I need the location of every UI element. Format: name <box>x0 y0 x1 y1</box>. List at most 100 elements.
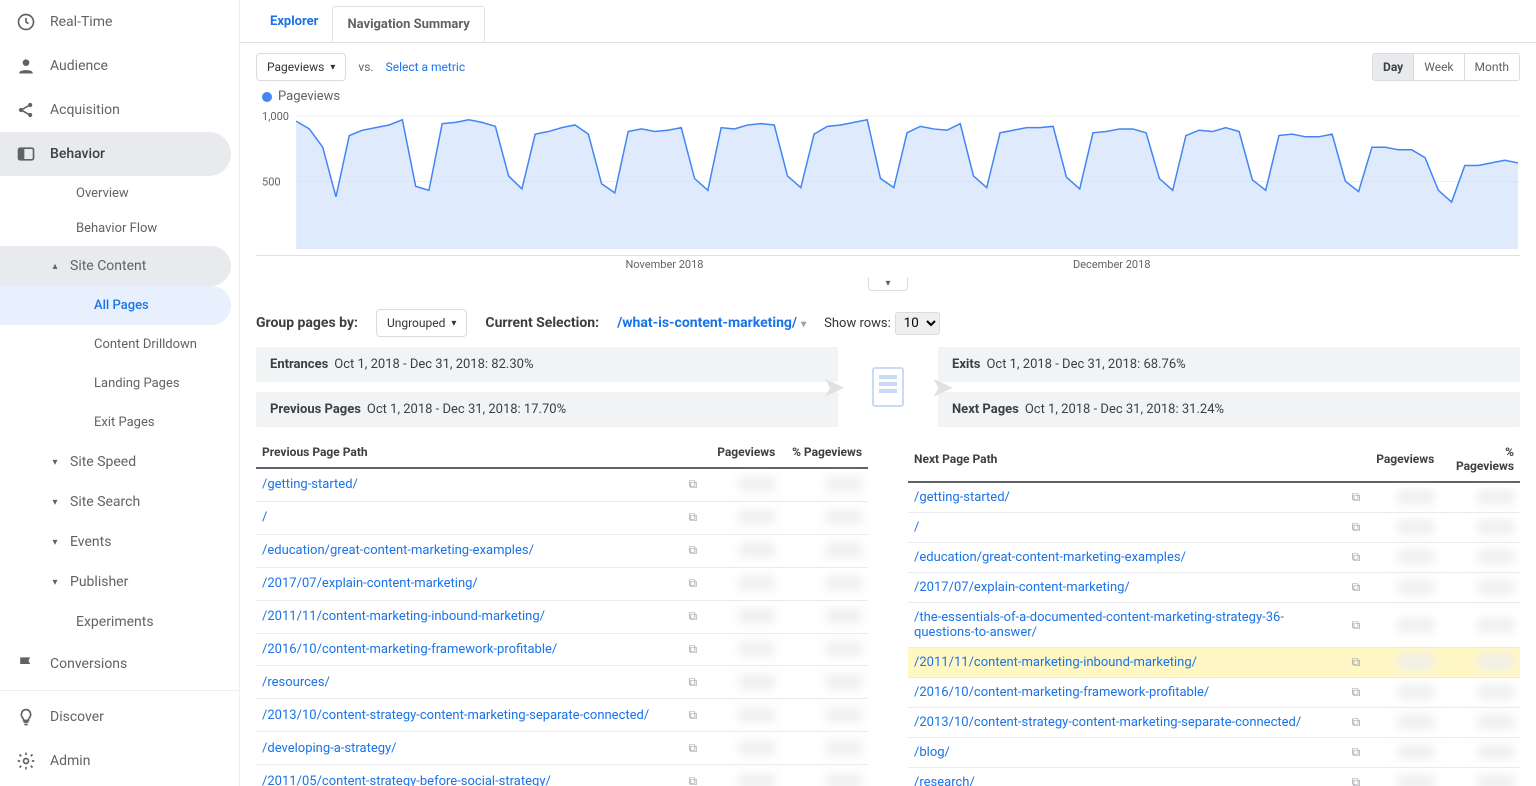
period-month[interactable]: Month <box>1465 54 1519 80</box>
nav-publisher[interactable]: ▾Publisher <box>0 562 239 602</box>
open-external-icon[interactable]: ⧉ <box>685 576 702 590</box>
dropdown-label: Ungrouped <box>387 316 445 330</box>
col-pageviews[interactable]: Pageviews <box>707 437 781 468</box>
period-day[interactable]: Day <box>1373 54 1414 80</box>
nav-exit-pages[interactable]: Exit Pages <box>0 403 239 442</box>
select-metric-link[interactable]: Select a metric <box>386 60 466 74</box>
open-external-icon[interactable]: ⧉ <box>1348 618 1365 632</box>
page-path-link[interactable]: /the-essentials-of-a-documented-content-… <box>914 610 1284 640</box>
page-path-link[interactable]: /2011/05/content-strategy-before-social-… <box>262 774 551 786</box>
page-path-link[interactable]: /research/ <box>914 775 975 786</box>
nav-content-drilldown[interactable]: Content Drilldown <box>0 325 239 364</box>
page-path-link[interactable]: /2016/10/content-marketing-framework-pro… <box>914 685 1209 700</box>
open-external-icon[interactable]: ⧉ <box>1348 715 1365 729</box>
page-path-link[interactable]: / <box>914 520 919 535</box>
open-external-icon[interactable]: ⧉ <box>685 675 702 689</box>
open-external-icon[interactable]: ⧉ <box>1348 550 1365 564</box>
nav-events[interactable]: ▾Events <box>0 522 239 562</box>
page-path-link[interactable]: /2011/11/content-marketing-inbound-marke… <box>914 655 1197 670</box>
chart-expand-button[interactable]: ▾ <box>868 277 908 291</box>
legend-label: Pageviews <box>278 89 340 104</box>
caret-down-icon: ▾ <box>330 62 335 73</box>
nav-audience[interactable]: Audience <box>0 44 239 88</box>
btn-label: Week <box>1424 60 1453 74</box>
page-path-link[interactable]: /2013/10/content-strategy-content-market… <box>914 715 1301 730</box>
open-external-icon[interactable]: ⧉ <box>685 774 702 786</box>
open-external-icon[interactable]: ⧉ <box>1348 520 1365 534</box>
nav-site-search[interactable]: ▾Site Search <box>0 482 239 522</box>
open-external-icon[interactable]: ⧉ <box>1348 685 1365 699</box>
dropdown-label: Pageviews <box>267 60 324 74</box>
nav-behavior-flow[interactable]: Behavior Flow <box>38 211 239 246</box>
nav-site-content[interactable]: ▴ Site Content <box>0 246 231 286</box>
page-path-link[interactable]: /2017/07/explain-content-marketing/ <box>262 576 478 591</box>
pct-pageviews-value <box>826 708 862 722</box>
open-external-icon[interactable]: ⧉ <box>685 708 702 722</box>
nav-acquisition[interactable]: Acquisition <box>0 88 239 132</box>
col-path[interactable]: Next Page Path <box>908 437 1342 482</box>
behavior-icon <box>16 144 36 164</box>
flow-title: Next Pages <box>952 402 1019 417</box>
table-row: /research/ ⧉ <box>908 768 1520 786</box>
period-week[interactable]: Week <box>1414 54 1464 80</box>
nav-label: Events <box>70 534 111 550</box>
nav-all-pages[interactable]: All Pages <box>0 286 231 325</box>
table-row: /blog/ ⧉ <box>908 738 1520 768</box>
page-path-link[interactable]: /getting-started/ <box>262 477 358 492</box>
nav-discover[interactable]: Discover <box>0 695 239 739</box>
tab-label: Explorer <box>270 14 318 29</box>
show-rows-select[interactable]: 10 <box>895 312 940 335</box>
open-external-icon[interactable]: ⧉ <box>1348 775 1365 786</box>
page-path-link[interactable]: /2017/07/explain-content-marketing/ <box>914 580 1130 595</box>
page-path-link[interactable]: /getting-started/ <box>914 490 1010 505</box>
open-external-icon[interactable]: ⧉ <box>1348 580 1365 594</box>
caret-down-icon: ▾ <box>801 319 806 330</box>
tab-explorer[interactable]: Explorer <box>256 4 332 42</box>
col-pageviews[interactable]: Pageviews <box>1370 437 1440 482</box>
col-pct-pageviews[interactable]: % Pageviews <box>1440 437 1520 482</box>
report-tabs: Explorer Navigation Summary <box>240 0 1536 43</box>
person-icon <box>16 56 36 76</box>
nav-experiments[interactable]: Experiments <box>0 602 239 642</box>
page-path-link[interactable]: /resources/ <box>262 675 330 690</box>
chart-legend: Pageviews <box>262 89 1520 104</box>
nav-label: Site Content <box>70 258 146 274</box>
open-external-icon[interactable]: ⧉ <box>685 642 702 656</box>
metric-dropdown[interactable]: Pageviews ▾ <box>256 53 346 81</box>
tab-navigation-summary[interactable]: Navigation Summary <box>332 6 484 42</box>
page-path-link[interactable]: /2011/11/content-marketing-inbound-marke… <box>262 609 545 624</box>
page-path-link[interactable]: / <box>262 510 267 525</box>
nav-overview[interactable]: Overview <box>38 176 239 211</box>
nav-landing-pages[interactable]: Landing Pages <box>0 364 239 403</box>
pageviews-value <box>739 642 775 656</box>
open-external-icon[interactable]: ⧉ <box>685 477 702 491</box>
flow-title: Previous Pages <box>270 402 361 417</box>
col-path[interactable]: Previous Page Path <box>256 437 679 468</box>
nav-site-speed[interactable]: ▾Site Speed <box>0 442 239 482</box>
pct-pageviews-value <box>1478 715 1514 729</box>
nav-admin[interactable]: Admin <box>0 739 239 783</box>
group-pages-dropdown[interactable]: Ungrouped▾ <box>376 309 467 337</box>
open-external-icon[interactable]: ⧉ <box>685 741 702 755</box>
open-external-icon[interactable]: ⧉ <box>685 543 702 557</box>
page-path-link[interactable]: /2013/10/content-strategy-content-market… <box>262 708 649 723</box>
current-selection-link[interactable]: /what-is-content-marketing/▾ <box>617 315 806 331</box>
open-external-icon[interactable]: ⧉ <box>1348 655 1365 669</box>
open-external-icon[interactable]: ⧉ <box>1348 490 1365 504</box>
current-selection-label: Current Selection: <box>485 315 599 331</box>
col-pct-pageviews[interactable]: % Pageviews <box>781 437 868 468</box>
open-external-icon[interactable]: ⧉ <box>685 510 702 524</box>
page-path-link[interactable]: /2016/10/content-marketing-framework-pro… <box>262 642 557 657</box>
nav-behavior[interactable]: Behavior <box>0 132 231 176</box>
open-external-icon[interactable]: ⧉ <box>685 609 702 623</box>
nav-realtime[interactable]: Real-Time <box>0 0 239 44</box>
page-path-link[interactable]: /blog/ <box>914 745 950 760</box>
page-path-link[interactable]: /education/great-content-marketing-examp… <box>262 543 534 558</box>
nav-label: Behavior Flow <box>76 221 157 236</box>
page-path-link[interactable]: /education/great-content-marketing-examp… <box>914 550 1186 565</box>
nav-conversions[interactable]: Conversions <box>0 642 239 686</box>
page-path-link[interactable]: /developing-a-strategy/ <box>262 741 397 756</box>
open-external-icon[interactable]: ⧉ <box>1348 745 1365 759</box>
flow-title: Entrances <box>270 357 328 372</box>
pct-pageviews-value <box>1478 775 1514 786</box>
